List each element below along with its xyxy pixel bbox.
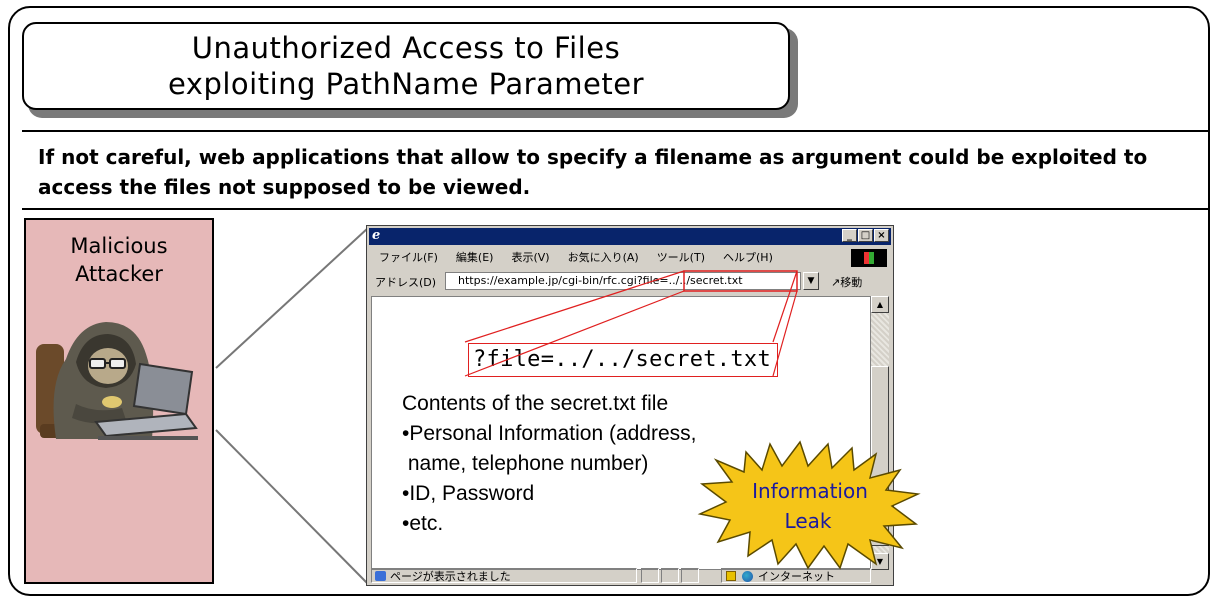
callout-line-1: Information: [752, 479, 868, 503]
callout-line-2: Leak: [785, 509, 832, 533]
burst-star-icon: [697, 440, 921, 570]
information-leak-burst: Information Leak: [697, 440, 921, 570]
highlight-projection: [464, 270, 798, 377]
